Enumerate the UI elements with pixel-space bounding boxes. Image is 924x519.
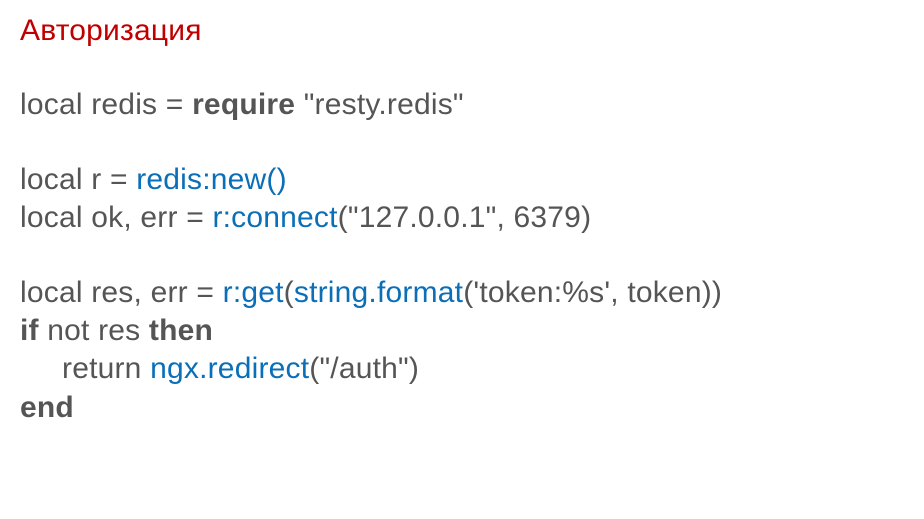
keyword-if: if xyxy=(20,314,39,347)
code-text: ("/auth") xyxy=(309,352,419,385)
code-text: "resty.redis" xyxy=(295,88,464,121)
code-block-1: local redis = require "resty.redis" xyxy=(20,86,924,124)
code-text: local r = xyxy=(20,163,136,196)
call-ngx-redirect: ngx.redirect xyxy=(150,352,309,385)
code-text: ( xyxy=(284,276,294,309)
code-text: return xyxy=(62,352,150,385)
call-r-connect: r:connect xyxy=(212,201,337,234)
code-text: not res xyxy=(39,314,149,347)
code-line: local res, err = r:get(string.format('to… xyxy=(20,274,924,312)
code-line: end xyxy=(20,389,924,427)
call-string-format: string.format xyxy=(294,276,463,309)
code-line: local ok, err = r:connect("127.0.0.1", 6… xyxy=(20,199,924,237)
code-line: local r = redis:new() xyxy=(20,161,924,199)
code-text: local res, err = xyxy=(20,276,223,309)
keyword-then: then xyxy=(149,314,213,347)
code-text: local ok, err = xyxy=(20,201,212,234)
code-line: local redis = require "resty.redis" xyxy=(20,86,924,124)
keyword-require: require xyxy=(192,88,295,121)
code-text: ('token:%s', token)) xyxy=(463,276,722,309)
code-text: ("127.0.0.1", 6379) xyxy=(338,201,592,234)
call-redis-new: redis:new() xyxy=(136,163,287,196)
code-text: local redis = xyxy=(20,88,192,121)
code-line: return ngx.redirect("/auth") xyxy=(20,350,924,388)
section-title: Авторизация xyxy=(20,12,924,50)
code-block-3: local res, err = r:get(string.format('to… xyxy=(20,274,924,428)
call-r-get: r:get xyxy=(223,276,284,309)
code-block-2: local r = redis:new() local ok, err = r:… xyxy=(20,161,924,238)
keyword-end: end xyxy=(20,391,74,424)
code-line: if not res then xyxy=(20,312,924,350)
